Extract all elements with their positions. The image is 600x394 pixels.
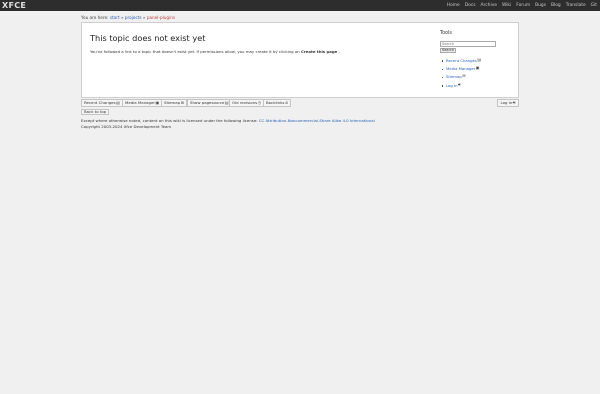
xfce-logo[interactable]: XFCE [2,1,26,10]
copyright: Copyright 2003-2024 Xfce Development Tea… [81,124,172,129]
create-page-link[interactable]: Create this page [301,49,337,54]
button-label: Backlinks [266,100,285,105]
license-link[interactable]: CC Attribution-Noncommercial-Share Alike… [259,118,375,123]
tool-log-in[interactable]: Log In [446,83,458,88]
license-notice: Except where otherwise noted, content on… [81,118,375,123]
not-found-message: You've followed a link to a topic that d… [90,49,420,54]
list-item: Log In⎆ [441,81,516,90]
search-button[interactable]: Search [440,48,456,53]
search-input[interactable] [440,41,496,47]
nav-wiki[interactable]: Wiki [502,3,511,8]
nav-translate[interactable]: Translate [566,3,586,8]
page-tools-bar: Recent Changes▤ Media Manager▣ Sitemap⊞ … [81,99,519,107]
breadcrumb-separator: » [120,15,124,20]
button-label: Media Manager [125,100,155,105]
nav-blog[interactable]: Blog [551,3,561,8]
breadcrumb: You are here: start » projects » panel-p… [81,15,175,20]
recent-changes-icon: ▤ [477,57,482,62]
log-in-button[interactable]: Log In⎆ [497,99,519,107]
breadcrumb-start[interactable]: start [110,15,120,20]
list-item: Sitemap⊞ [441,73,516,81]
old-revisions-button[interactable]: Old revisions◷ [229,99,265,107]
nav-forum[interactable]: Forum [516,3,530,8]
top-navigation: Home Docs Archive Wiki Forum Bugs Blog T… [447,3,597,8]
breadcrumb-prefix: You are here: [81,15,109,20]
message-text: You've followed a link to a topic that d… [90,49,300,54]
content-panel: This topic does not exist yet You've fol… [81,22,519,98]
media-manager-icon: ▣ [475,65,480,71]
tool-recent-changes[interactable]: Recent Changes [446,58,477,63]
login-icon: ⎆ [512,100,516,105]
breadcrumb-separator: » [142,15,146,20]
nav-home[interactable]: Home [447,3,460,8]
link-icon: ⊘ [284,100,289,105]
main-content: This topic does not exist yet You've fol… [90,33,420,54]
back-to-top-button[interactable]: Back to top [81,109,110,115]
nav-archive[interactable]: Archive [481,3,497,8]
license-text: Except where otherwise noted, content on… [81,118,258,123]
list-item: Recent Changes▤ [441,57,516,65]
nav-git[interactable]: Git [591,3,597,8]
breadcrumb-current: panel-plugins [146,15,176,20]
button-label: Show pagesource [190,100,225,105]
login-icon: ⎆ [458,81,462,87]
media-manager-button[interactable]: Media Manager▣ [122,99,163,107]
clock-icon: ◷ [257,100,262,105]
show-pagesource-button[interactable]: Show pagesource▤ [187,99,232,107]
button-label: Old revisions [232,100,258,105]
tool-media-manager[interactable]: Media Manager [446,66,475,71]
recent-changes-button[interactable]: Recent Changes▤ [81,99,123,107]
sitemap-icon: ⊞ [462,73,466,79]
button-label: Log In [500,100,513,105]
button-label: Recent Changes [84,100,116,105]
nav-docs[interactable]: Docs [465,3,476,8]
sitemap-icon: ⊞ [180,100,184,105]
tool-sitemap[interactable]: Sitemap [446,74,462,79]
top-bar: XFCE Home Docs Archive Wiki Forum Bugs B… [0,0,600,11]
recent-changes-icon: ▤ [116,100,120,105]
backlinks-button[interactable]: Backlinks⊘ [263,99,292,107]
sidebar-heading: Tools [440,31,452,36]
breadcrumb-projects[interactable]: projects [125,15,142,20]
page-title: This topic does not exist yet [90,33,206,43]
sitemap-button[interactable]: Sitemap⊞ [161,99,187,107]
nav-bugs[interactable]: Bugs [535,3,546,8]
media-manager-icon: ▣ [155,100,160,105]
tools-list: Recent Changes▤ Media Manager▣ Sitemap⊞ … [441,57,516,90]
sidebar: Tools Search Recent Changes▤ Media Manag… [440,31,516,90]
button-label: Sitemap [164,100,181,105]
message-end: . [338,49,340,54]
list-item: Media Manager▣ [441,65,516,73]
